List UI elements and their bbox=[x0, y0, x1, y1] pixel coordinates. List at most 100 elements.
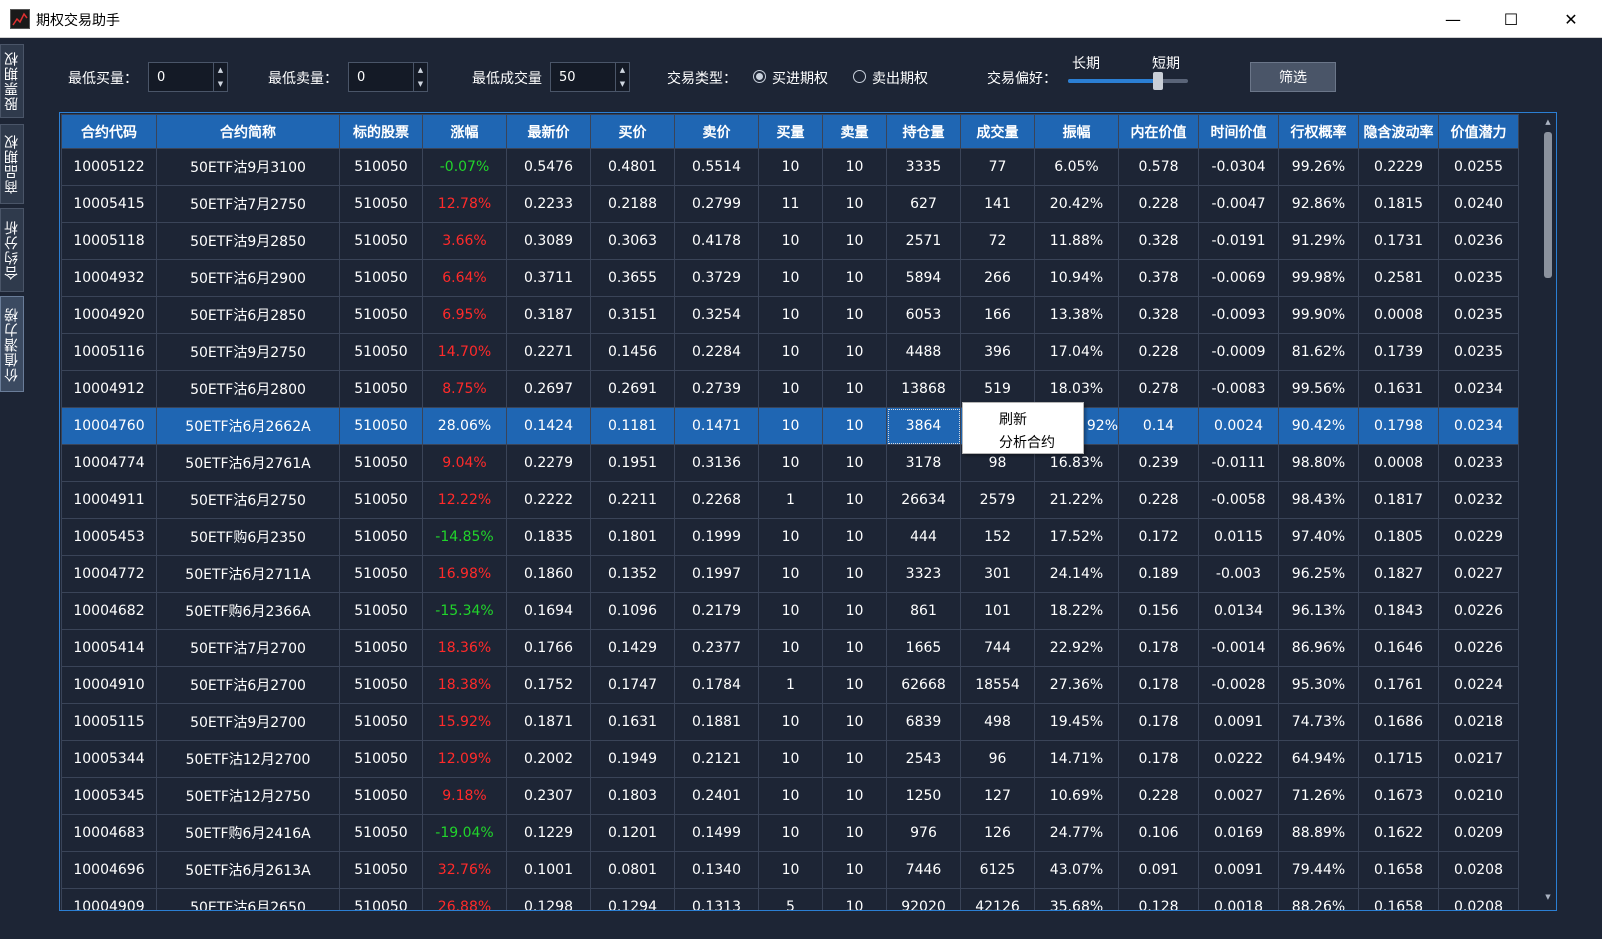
column-header[interactable]: 涨幅 bbox=[422, 114, 507, 149]
table-cell[interactable]: 0.2121 bbox=[674, 740, 759, 778]
table-cell[interactable]: 50ETF购6月2350 bbox=[156, 518, 340, 556]
table-cell[interactable]: 10 bbox=[822, 666, 887, 704]
table-cell[interactable]: 3323 bbox=[886, 555, 961, 593]
table-row[interactable]: 10005118 50ETF沽9月2850 510050 3.66% 0.3089 0.3… bbox=[61, 222, 1519, 260]
table-cell[interactable]: 1 bbox=[758, 481, 823, 519]
table-cell[interactable]: 10 bbox=[822, 222, 887, 260]
table-cell[interactable]: 0.0255 bbox=[1438, 148, 1519, 186]
table-cell[interactable]: 0.1631 bbox=[590, 703, 675, 741]
table-cell[interactable]: 50ETF沽6月2662A bbox=[156, 407, 340, 445]
table-cell[interactable]: 510050 bbox=[339, 296, 423, 334]
column-header[interactable]: 合约简称 bbox=[156, 114, 340, 149]
table-cell[interactable]: -0.0093 bbox=[1198, 296, 1279, 334]
table-cell[interactable]: 0.2799 bbox=[674, 185, 759, 223]
table-cell[interactable]: 50ETF沽6月2650 bbox=[156, 888, 340, 910]
table-cell[interactable]: 0.0236 bbox=[1438, 222, 1519, 260]
table-cell[interactable]: 0.278 bbox=[1118, 370, 1199, 408]
table-cell[interactable]: 0.1298 bbox=[506, 888, 591, 910]
table-row[interactable]: 10004682 50ETF购6月2366A 510050 -15.34% 0.1694… bbox=[61, 592, 1519, 630]
table-cell[interactable]: 28.06% bbox=[422, 407, 507, 445]
table-row[interactable]: 10005344 50ETF沽12月2700 510050 12.09% 0.2002 0… bbox=[61, 740, 1519, 778]
table-cell[interactable]: 510050 bbox=[339, 333, 423, 371]
table-cell[interactable]: 42126 bbox=[960, 888, 1035, 910]
table-cell[interactable]: 13.38% bbox=[1034, 296, 1119, 334]
table-row[interactable]: 10005415 50ETF沽7月2750 510050 12.78% 0.2233 0.… bbox=[61, 185, 1519, 223]
table-cell[interactable]: 10.94% bbox=[1034, 259, 1119, 297]
table-cell[interactable]: 0.2307 bbox=[506, 777, 591, 815]
table-cell[interactable]: 79.44% bbox=[1278, 851, 1359, 889]
table-cell[interactable]: 510050 bbox=[339, 851, 423, 889]
table-cell[interactable]: -0.0009 bbox=[1198, 333, 1279, 371]
table-cell[interactable]: 0.1181 bbox=[590, 407, 675, 445]
table-cell[interactable]: 0.106 bbox=[1118, 814, 1199, 852]
column-header[interactable]: 内在价值 bbox=[1118, 114, 1199, 149]
table-cell[interactable]: 2543 bbox=[886, 740, 961, 778]
table-cell[interactable]: 0.1766 bbox=[506, 629, 591, 667]
table-cell[interactable]: 126 bbox=[960, 814, 1035, 852]
table-cell[interactable]: 10 bbox=[758, 555, 823, 593]
table-cell[interactable]: 0.0134 bbox=[1198, 592, 1279, 630]
table-cell[interactable]: 0.2002 bbox=[506, 740, 591, 778]
table-cell[interactable]: 10005344 bbox=[61, 740, 157, 778]
table-cell[interactable]: 0.0232 bbox=[1438, 481, 1519, 519]
table-cell[interactable]: 510050 bbox=[339, 888, 423, 910]
table-cell[interactable]: 510050 bbox=[339, 777, 423, 815]
table-cell[interactable]: 10 bbox=[758, 222, 823, 260]
table-cell[interactable]: 10004932 bbox=[61, 259, 157, 297]
column-header[interactable]: 隐含波动率 bbox=[1358, 114, 1439, 149]
table-cell[interactable]: 0.0091 bbox=[1198, 703, 1279, 741]
table-cell[interactable]: 20.42% bbox=[1034, 185, 1119, 223]
table-cell[interactable]: 0.2229 bbox=[1358, 148, 1439, 186]
table-cell[interactable]: 8.75% bbox=[422, 370, 507, 408]
table-cell[interactable]: 101 bbox=[960, 592, 1035, 630]
buy-option-radio[interactable] bbox=[753, 70, 766, 83]
min-buy-spinbox[interactable]: 0 ▲ ▼ bbox=[148, 62, 228, 92]
table-cell[interactable]: 0.128 bbox=[1118, 888, 1199, 910]
table-cell[interactable]: 6.95% bbox=[422, 296, 507, 334]
table-cell[interactable]: 0.1817 bbox=[1358, 481, 1439, 519]
table-cell[interactable]: 0.1843 bbox=[1358, 592, 1439, 630]
table-cell[interactable]: 10005414 bbox=[61, 629, 157, 667]
table-cell[interactable]: 0.1686 bbox=[1358, 703, 1439, 741]
table-cell[interactable]: -0.0047 bbox=[1198, 185, 1279, 223]
table-cell[interactable]: 0.0115 bbox=[1198, 518, 1279, 556]
spin-arrows[interactable]: ▲ ▼ bbox=[615, 63, 629, 91]
table-cell[interactable]: 26634 bbox=[886, 481, 961, 519]
table-cell[interactable]: 4488 bbox=[886, 333, 961, 371]
table-cell[interactable]: 6839 bbox=[886, 703, 961, 741]
table-cell[interactable]: 0.1471 bbox=[674, 407, 759, 445]
table-cell[interactable]: 0.1784 bbox=[674, 666, 759, 704]
table-cell[interactable]: 96.13% bbox=[1278, 592, 1359, 630]
column-header[interactable]: 买量 bbox=[758, 114, 823, 149]
table-cell[interactable]: 0.0235 bbox=[1438, 296, 1519, 334]
column-header[interactable]: 合约代码 bbox=[61, 114, 157, 149]
table-cell[interactable]: 14.71% bbox=[1034, 740, 1119, 778]
table-row[interactable]: 10004909 50ETF沽6月2650 510050 26.88% 0.1298 0.… bbox=[61, 888, 1519, 910]
table-row[interactable]: 10004920 50ETF沽6月2850 510050 6.95% 0.3187 0.3… bbox=[61, 296, 1519, 334]
table-cell[interactable]: 10004682 bbox=[61, 592, 157, 630]
table-cell[interactable]: 10 bbox=[822, 740, 887, 778]
table-cell[interactable]: 99.90% bbox=[1278, 296, 1359, 334]
table-cell[interactable]: 0.0169 bbox=[1198, 814, 1279, 852]
table-cell[interactable]: 10 bbox=[822, 629, 887, 667]
table-cell[interactable]: 0.1229 bbox=[506, 814, 591, 852]
table-cell[interactable]: 0.0218 bbox=[1438, 703, 1519, 741]
table-cell[interactable]: 0.0226 bbox=[1438, 629, 1519, 667]
table-cell[interactable]: 10 bbox=[758, 296, 823, 334]
table-cell[interactable]: 17.04% bbox=[1034, 333, 1119, 371]
table-cell[interactable]: 510050 bbox=[339, 703, 423, 741]
table-cell[interactable]: 11 bbox=[758, 185, 823, 223]
table-cell[interactable]: 0.328 bbox=[1118, 222, 1199, 260]
table-cell[interactable]: 0.1096 bbox=[590, 592, 675, 630]
table-cell[interactable]: 5 bbox=[758, 888, 823, 910]
table-row[interactable]: 10004774 50ETF沽6月2761A 510050 9.04% 0.2279 0.… bbox=[61, 444, 1519, 482]
preference-slider[interactable] bbox=[1068, 79, 1188, 83]
table-cell[interactable]: 0.3063 bbox=[590, 222, 675, 260]
table-cell[interactable]: 510050 bbox=[339, 407, 423, 445]
table-cell[interactable]: 7446 bbox=[886, 851, 961, 889]
table-cell[interactable]: 0.1456 bbox=[590, 333, 675, 371]
table-cell[interactable]: 152 bbox=[960, 518, 1035, 556]
table-cell[interactable]: 0.0210 bbox=[1438, 777, 1519, 815]
table-cell[interactable]: 10 bbox=[758, 333, 823, 371]
table-cell[interactable]: 10004909 bbox=[61, 888, 157, 910]
